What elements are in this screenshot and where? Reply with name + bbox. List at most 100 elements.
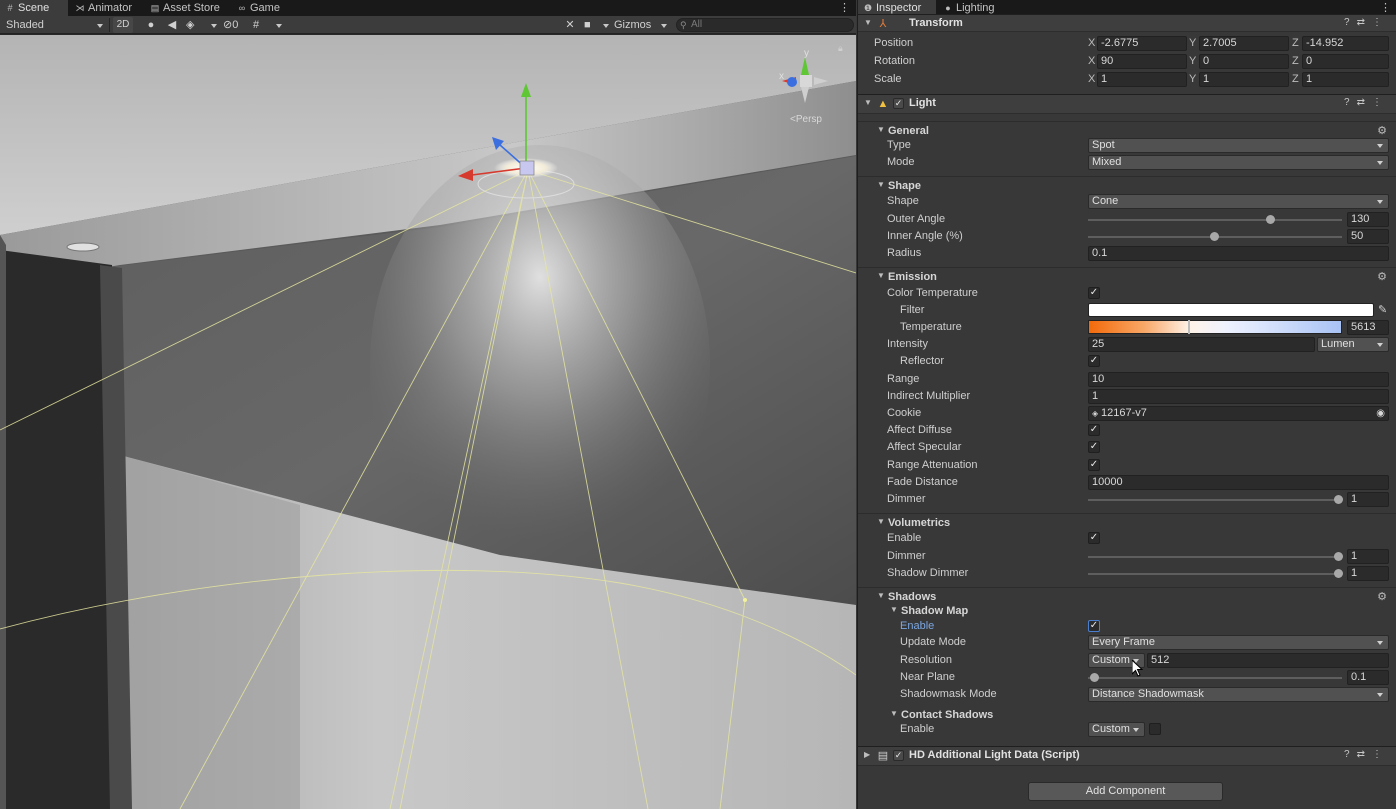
foldout-arrow-icon[interactable]: ▼ <box>877 517 885 526</box>
foldout-arrow-icon[interactable]: ▼ <box>877 180 885 189</box>
shadow-dimmer-field[interactable]: 1 <box>1347 566 1389 581</box>
scale-z-field[interactable]: 1 <box>1302 72 1389 87</box>
rotation-z-field[interactable]: 0 <box>1302 54 1389 69</box>
range-field[interactable]: 10 <box>1088 372 1389 387</box>
foldout-arrow-icon[interactable]: ▼ <box>877 591 885 600</box>
grid-toggle-icon[interactable]: # <box>253 17 285 33</box>
projection-toggle[interactable]: <Persp <box>790 114 822 125</box>
volumetric-dimmer-slider-handle[interactable] <box>1334 552 1343 561</box>
dimmer-slider[interactable] <box>1088 499 1342 501</box>
shadowmask-mode-dropdown[interactable]: Distance Shadowmask <box>1088 687 1389 702</box>
effects-toggle-icon[interactable]: ◈ <box>186 17 220 33</box>
foldout-arrow-icon[interactable]: ▼ <box>864 18 872 27</box>
component-header-icons[interactable]: ?⇄⋮ <box>1344 749 1389 760</box>
foldout-arrow-icon[interactable]: ▶ <box>864 750 870 759</box>
foldout-arrow-icon[interactable]: ▼ <box>890 605 898 614</box>
section-shape[interactable]: ▼ Shape <box>858 176 1396 194</box>
light-enabled-checkbox[interactable]: ✓ <box>893 98 904 109</box>
shape-dropdown[interactable]: Cone <box>1088 194 1389 209</box>
outer-angle-slider-handle[interactable] <box>1266 215 1275 224</box>
temperature-slider[interactable] <box>1088 320 1342 334</box>
affect-specular-checkbox[interactable]: ✓ <box>1088 441 1100 453</box>
tab-asset-store[interactable]: ▤ Asset Store <box>145 0 227 16</box>
dimmer-slider-handle[interactable] <box>1334 495 1343 504</box>
volumetric-dimmer-field[interactable]: 1 <box>1347 549 1389 564</box>
resolution-field[interactable]: 512 <box>1147 653 1389 668</box>
scale-x-field[interactable]: 1 <box>1097 72 1187 87</box>
hd-light-data-header[interactable]: ▶ ▤ ✓ HD Additional Light Data (Script) … <box>858 746 1396 766</box>
foldout-arrow-icon[interactable]: ▼ <box>864 98 872 107</box>
inner-angle-slider-handle[interactable] <box>1210 232 1219 241</box>
gear-icon[interactable]: ⚙ <box>1377 124 1387 137</box>
contact-shadows-checkbox[interactable] <box>1149 723 1161 735</box>
rotation-y-field[interactable]: 0 <box>1199 54 1289 69</box>
shadow-dimmer-slider-handle[interactable] <box>1334 569 1343 578</box>
tab-animator[interactable]: ⋊ Animator <box>70 0 140 16</box>
near-plane-slider[interactable] <box>1088 677 1342 679</box>
volumetrics-enable-row: Enable ✓ <box>887 532 1100 544</box>
toggle-2d-button[interactable]: 2D <box>113 17 133 33</box>
scene-visibility-toggle[interactable]: ⊘0 <box>223 17 251 33</box>
indirect-multiplier-field[interactable]: 1 <box>1088 389 1389 404</box>
tab-scene[interactable]: # Scene <box>0 0 68 16</box>
light-type-dropdown[interactable]: Spot <box>1088 138 1389 153</box>
rotation-x-field[interactable]: 90 <box>1097 54 1187 69</box>
scene-search-input[interactable]: ⚲ All <box>676 18 854 32</box>
intensity-field[interactable]: 25 <box>1088 337 1315 352</box>
temperature-slider-handle[interactable] <box>1188 320 1190 334</box>
temperature-field[interactable]: 5613 <box>1347 320 1389 335</box>
reflector-checkbox[interactable]: ✓ <box>1088 355 1100 367</box>
update-mode-dropdown[interactable]: Every Frame <box>1088 635 1389 650</box>
color-temperature-checkbox[interactable]: ✓ <box>1088 287 1100 299</box>
gizmos-dropdown[interactable]: Gizmos <box>614 17 670 33</box>
volumetric-dimmer-slider[interactable] <box>1088 556 1342 558</box>
object-picker-icon[interactable]: ◉ <box>1376 407 1385 420</box>
add-component-button[interactable]: Add Component <box>1028 782 1223 801</box>
intensity-unit-dropdown[interactable]: Lumen <box>1317 337 1389 352</box>
gizmo-x-label: x <box>779 71 784 82</box>
scale-y-field[interactable]: 1 <box>1199 72 1289 87</box>
fade-distance-field[interactable]: 10000 <box>1088 475 1389 490</box>
lighting-toggle-icon[interactable]: ● <box>144 17 158 33</box>
component-header-icons[interactable]: ?⇄⋮ <box>1344 17 1389 28</box>
radius-field[interactable]: 0.1 <box>1088 246 1389 261</box>
light-header[interactable]: ▼ ▲ ✓ Light ?⇄⋮ <box>858 94 1396 114</box>
draw-mode-dropdown[interactable]: Shaded <box>6 17 106 33</box>
eyedropper-icon[interactable]: ✎ <box>1378 303 1387 316</box>
scene-viewport[interactable]: y x 🔒︎ <Persp <box>0 35 856 809</box>
shadow-enable-checkbox[interactable]: ✓ <box>1088 620 1100 632</box>
position-z-field[interactable]: -14.952 <box>1302 36 1389 51</box>
volumetrics-enable-checkbox[interactable]: ✓ <box>1088 532 1100 544</box>
affect-diffuse-checkbox[interactable]: ✓ <box>1088 424 1100 436</box>
transform-header[interactable]: ▼ ⅄ Transform ?⇄⋮ <box>858 14 1396 32</box>
position-y-field[interactable]: 2.7005 <box>1199 36 1289 51</box>
near-plane-slider-handle[interactable] <box>1090 673 1099 682</box>
component-header-icons[interactable]: ?⇄⋮ <box>1344 97 1389 108</box>
cookie-object-field[interactable]: ◈ 12167-v7 ◉ <box>1088 406 1389 421</box>
hd-light-enabled-checkbox[interactable]: ✓ <box>893 750 904 761</box>
contact-shadows-mode-dropdown[interactable]: Custom <box>1088 722 1145 737</box>
store-bag-icon: ▤ <box>150 3 160 13</box>
camera-dropdown-icon[interactable]: ■ <box>584 17 612 33</box>
scene-menu-icon[interactable]: ⋮ <box>839 0 850 16</box>
gear-icon[interactable]: ⚙ <box>1377 270 1387 283</box>
outer-angle-slider[interactable] <box>1088 219 1342 221</box>
audio-toggle-icon[interactable]: ◀ <box>165 17 179 33</box>
foldout-arrow-icon[interactable]: ▼ <box>890 709 898 718</box>
section-volumetrics[interactable]: ▼ Volumetrics <box>858 513 1396 531</box>
inner-angle-field[interactable]: 50 <box>1347 229 1389 244</box>
light-mode-dropdown[interactable]: Mixed <box>1088 155 1389 170</box>
range-attenuation-row: Range Attenuation ✓ <box>887 459 1100 471</box>
shadow-dimmer-slider[interactable] <box>1088 573 1342 575</box>
section-emission[interactable]: ▼ Emission ⚙ <box>858 267 1396 285</box>
outer-angle-field[interactable]: 130 <box>1347 212 1389 227</box>
foldout-arrow-icon[interactable]: ▼ <box>877 271 885 280</box>
position-x-field[interactable]: -2.6775 <box>1097 36 1187 51</box>
filter-color-swatch[interactable] <box>1088 303 1374 317</box>
range-attenuation-checkbox[interactable]: ✓ <box>1088 459 1100 471</box>
tab-game[interactable]: ∞ Game <box>232 0 290 16</box>
dimmer-field[interactable]: 1 <box>1347 492 1389 507</box>
near-plane-field[interactable]: 0.1 <box>1347 670 1389 685</box>
tools-icon[interactable]: ✕ <box>563 17 577 33</box>
foldout-arrow-icon[interactable]: ▼ <box>877 125 885 134</box>
